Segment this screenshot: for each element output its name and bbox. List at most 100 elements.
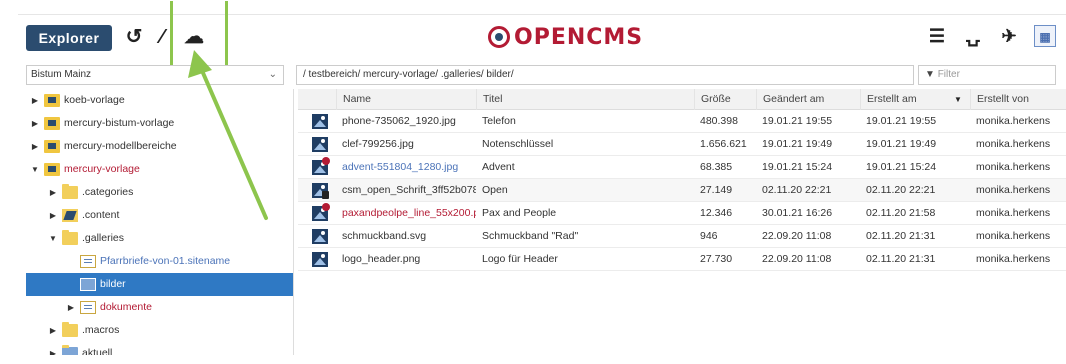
table-row[interactable]: paxandpeolpe_line_55x200.pr Pax and Peop… xyxy=(298,202,1066,225)
pin-icon[interactable]: ✈ xyxy=(998,25,1020,47)
folder-icon xyxy=(62,322,78,337)
tree-item-label: koeb-vorlage xyxy=(64,94,125,106)
tree-item-bilder[interactable]: bilder xyxy=(26,273,293,296)
expand-icon[interactable]: ▶ xyxy=(66,296,76,319)
qr-icon[interactable]: ▦ xyxy=(1034,25,1056,47)
cell-modified: 19.01.21 19:49 xyxy=(762,138,833,150)
logo-text: OPENCMS xyxy=(514,24,644,50)
column-header-modified[interactable]: Geändert am xyxy=(756,89,860,110)
tree-item-content[interactable]: ▶ .content xyxy=(26,204,293,227)
site-selector-value: Bistum Mainz xyxy=(31,69,92,80)
column-header-name[interactable]: Name xyxy=(336,89,476,110)
cell-name: csm_open_Schrift_3ff52b0783 xyxy=(342,184,476,196)
column-header-title[interactable]: Titel xyxy=(476,89,694,110)
cell-modified: 19.01.21 19:55 xyxy=(762,115,833,127)
cell-name: clef-799256.jpg xyxy=(342,138,414,150)
tree-item-pfarrbriefe[interactable]: Pfarrbriefe-von-01.sitename xyxy=(26,250,293,273)
cell-modified: 02.11.20 22:21 xyxy=(762,184,832,196)
expand-icon[interactable]: ▶ xyxy=(30,89,40,112)
cell-size: 27.730 xyxy=(700,253,733,265)
bookmark-icon[interactable]: ⍽ xyxy=(962,25,984,47)
table-row[interactable]: advent-551804_1280.jpg Advent 68.385 19.… xyxy=(298,156,1066,179)
tree-item-label: aktuell xyxy=(82,347,113,355)
tree-item-label: .galleries xyxy=(82,232,125,244)
cell-name: logo_header.png xyxy=(342,253,421,265)
cell-creator: monika.herkens xyxy=(976,207,1051,219)
tree-item-aktuell[interactable]: ▶ aktuell xyxy=(26,342,293,355)
collapse-icon[interactable]: ▼ xyxy=(30,158,40,181)
expand-icon[interactable]: ▶ xyxy=(48,342,58,355)
expand-icon[interactable]: ▶ xyxy=(30,135,40,158)
cell-created: 02.11.20 22:21 xyxy=(866,184,936,196)
tree-item-label: dokumente xyxy=(100,301,152,313)
table-header: Name Titel Größe Geändert am Erstellt am… xyxy=(298,89,1066,110)
cell-size: 1.656.621 xyxy=(700,138,747,150)
column-header-size[interactable]: Größe xyxy=(694,89,756,110)
cell-creator: monika.herkens xyxy=(976,184,1051,196)
cell-title: Telefon xyxy=(482,115,516,127)
tree-item-macros[interactable]: ▶ .macros xyxy=(26,319,293,342)
cell-title: Logo für Header xyxy=(482,253,558,265)
tree-item-dokumente[interactable]: ▶ dokumente xyxy=(26,296,293,319)
expand-icon[interactable]: ▶ xyxy=(48,319,58,342)
opencms-logo: OPENCMS xyxy=(488,23,643,51)
table-row[interactable]: phone-735062_1920.jpg Telefon 480.398 19… xyxy=(298,110,1066,133)
cell-name: schmuckband.svg xyxy=(342,230,427,242)
column-header-creator[interactable]: Erstellt von xyxy=(970,89,1066,110)
cell-name: phone-735062_1920.jpg xyxy=(342,115,456,127)
image-file-icon xyxy=(312,137,328,152)
cell-size: 68.385 xyxy=(700,161,733,173)
table-row[interactable]: logo_header.png Logo für Header 27.730 2… xyxy=(298,248,1066,271)
cell-modified: 19.01.21 15:24 xyxy=(762,161,833,173)
tree-item-label: mercury-bistum-vorlage xyxy=(64,117,175,129)
table-row[interactable]: csm_open_Schrift_3ff52b0783 Open 27.149 … xyxy=(298,179,1066,202)
tree-item-mercury-bistum-vorlage[interactable]: ▶ mercury-bistum-vorlage xyxy=(26,112,293,135)
history-icon[interactable]: ↺ xyxy=(122,25,146,49)
lock-icon xyxy=(322,191,329,199)
explorer-button[interactable]: Explorer xyxy=(26,25,112,51)
file-table: Name Titel Größe Geändert am Erstellt am… xyxy=(298,89,1066,355)
cell-creator: monika.herkens xyxy=(976,230,1051,242)
cell-created: 19.01.21 19:49 xyxy=(866,138,937,150)
image-file-icon xyxy=(312,229,328,244)
cell-modified: 22.09.20 11:08 xyxy=(762,253,832,265)
filter-input[interactable]: ▼ Filter xyxy=(918,65,1056,85)
expand-icon[interactable]: ▶ xyxy=(48,204,58,227)
image-file-icon xyxy=(312,252,328,267)
upload-highlight xyxy=(170,1,228,73)
opencms-explorer: Explorer ↺ ⁄ ☁ OPENCMS ☰ ⍽ ✈ ▦ Bistum Ma… xyxy=(18,1,1066,355)
tree-item-label: bilder xyxy=(100,278,126,290)
tree-item-mercury-modellbereiche[interactable]: ▶ mercury-modellbereiche xyxy=(26,135,293,158)
image-gallery-icon xyxy=(80,278,96,291)
cell-name: paxandpeolpe_line_55x200.pr xyxy=(342,207,476,219)
cell-creator: monika.herkens xyxy=(976,115,1051,127)
folder-icon xyxy=(62,230,78,245)
collapse-icon[interactable]: ▼ xyxy=(48,227,58,250)
path-input[interactable]: / testbereich/ mercury-vorlage/ .galleri… xyxy=(296,65,914,85)
cell-created: 19.01.21 15:24 xyxy=(866,161,937,173)
cell-creator: monika.herkens xyxy=(976,161,1051,173)
site-icon xyxy=(44,94,60,107)
tree-item-label: .categories xyxy=(82,186,134,198)
table-row[interactable]: schmuckband.svg Schmuckband "Rad" 946 22… xyxy=(298,225,1066,248)
site-selector[interactable]: Bistum Mainz ⌄ xyxy=(26,65,284,85)
tree-item-categories[interactable]: ▶ .categories xyxy=(26,181,293,204)
cell-creator: monika.herkens xyxy=(976,138,1051,150)
image-file-icon xyxy=(312,114,328,129)
tree-item-koeb-vorlage[interactable]: ▶ koeb-vorlage xyxy=(26,89,293,112)
cell-size: 946 xyxy=(700,230,718,242)
expand-icon[interactable]: ▶ xyxy=(30,112,40,135)
sitemap-file-icon xyxy=(80,255,96,268)
cell-title: Open xyxy=(482,184,508,196)
tree-item-mercury-vorlage[interactable]: ▼ mercury-vorlage xyxy=(26,158,293,181)
expand-icon[interactable]: ▶ xyxy=(48,181,58,204)
cell-name: advent-551804_1280.jpg xyxy=(342,161,459,173)
cell-creator: monika.herkens xyxy=(976,253,1051,265)
tree-item-galleries[interactable]: ▼ .galleries xyxy=(26,227,293,250)
cell-title: Notenschlüssel xyxy=(482,138,554,150)
cell-title: Advent xyxy=(482,161,515,173)
table-row[interactable]: clef-799256.jpg Notenschlüssel 1.656.621… xyxy=(298,133,1066,156)
tree-item-label: mercury-modellbereiche xyxy=(64,140,177,152)
sort-desc-icon[interactable]: ▼ xyxy=(948,89,964,110)
menu-icon[interactable]: ☰ xyxy=(926,25,948,47)
